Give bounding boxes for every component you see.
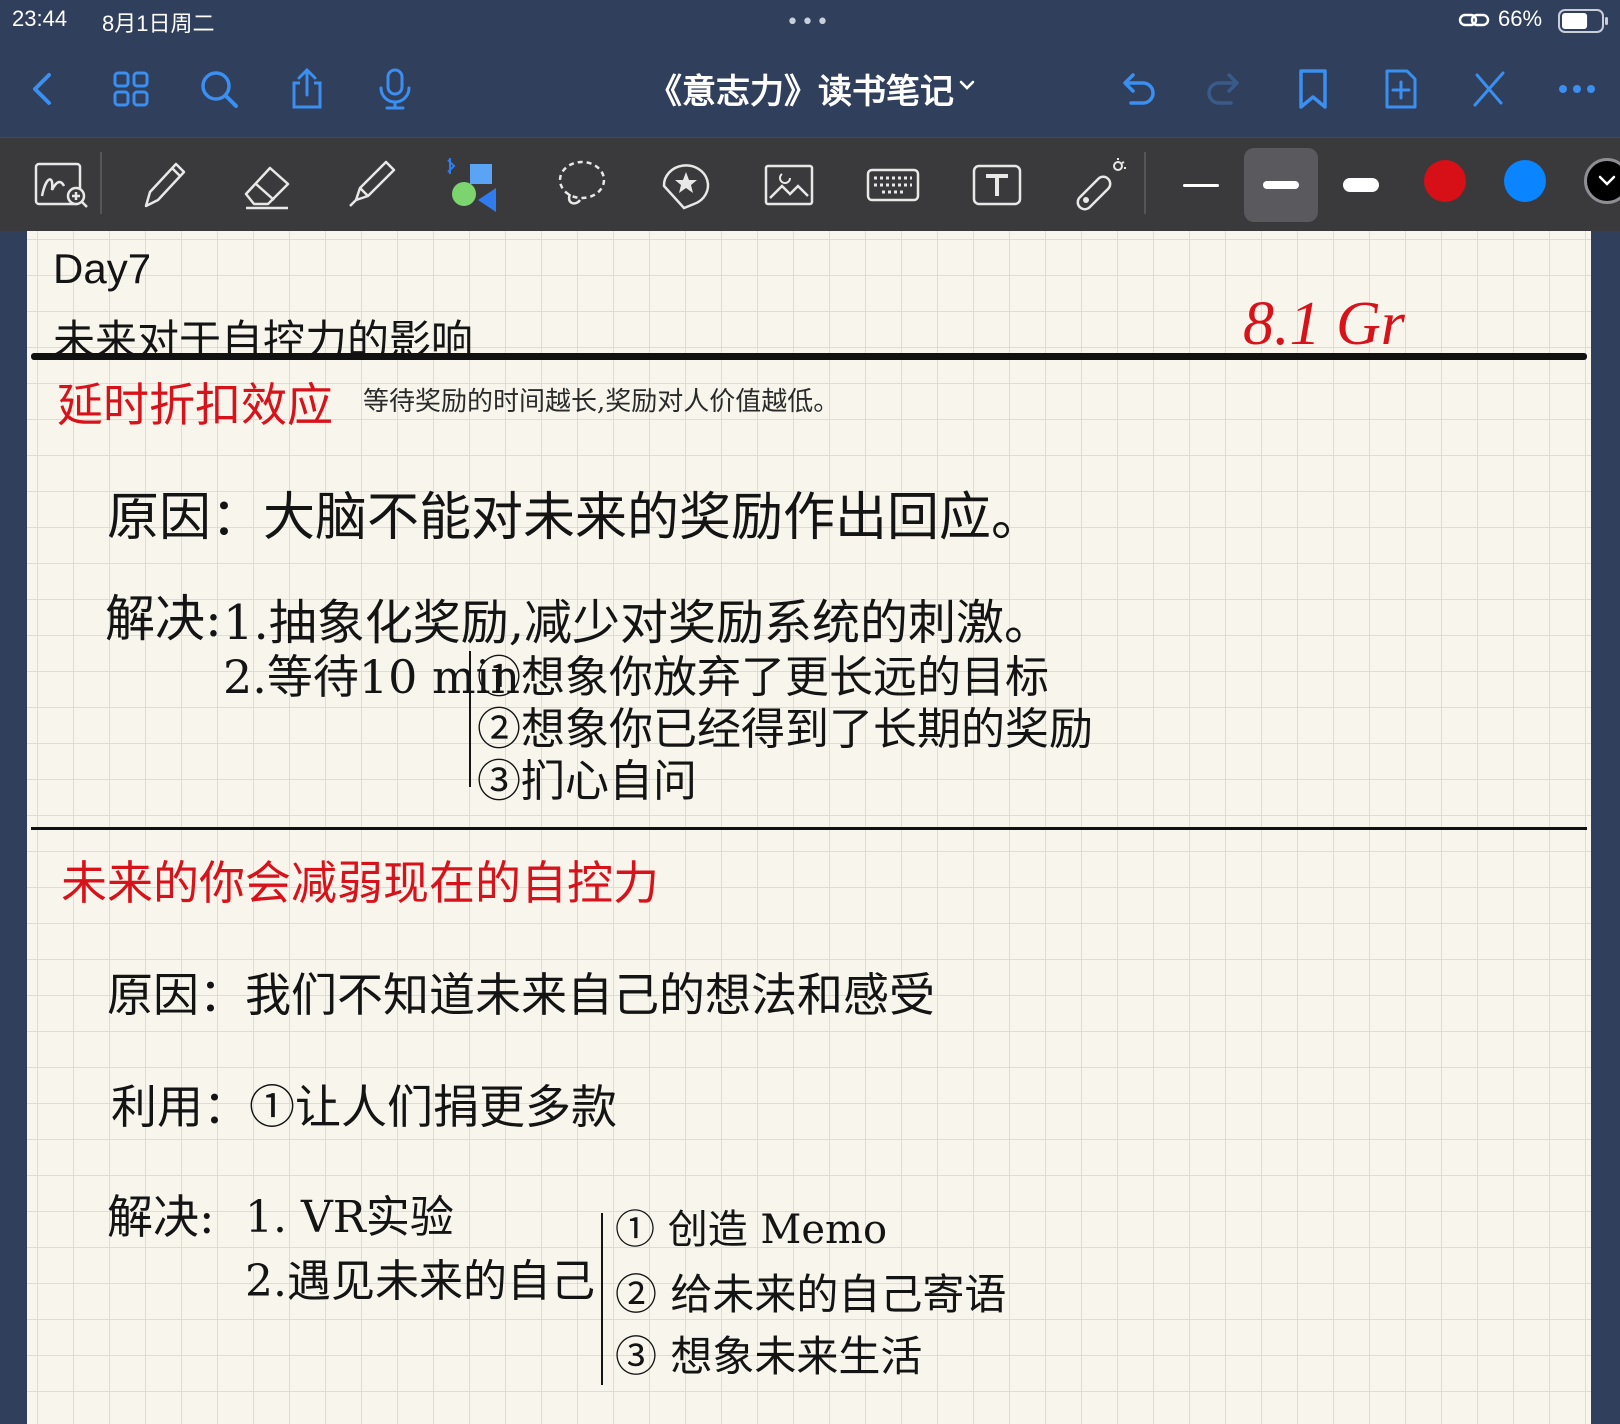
share-button[interactable] (280, 62, 334, 116)
section-divider (31, 827, 1587, 830)
eraser-icon (244, 166, 290, 210)
section1-brace (469, 651, 471, 787)
page-margin (1591, 231, 1620, 1424)
document-title[interactable]: 《意志力》读书笔记 (648, 64, 954, 113)
chevron-down-icon (1598, 175, 1616, 186)
undo-button[interactable] (1110, 62, 1164, 116)
section2-sub1: ① 创造 Memo (615, 1207, 888, 1253)
more-icon (1559, 85, 1595, 93)
stroke-thin-button[interactable] (1164, 148, 1238, 222)
share-icon (292, 67, 322, 109)
grid-icon (113, 71, 149, 107)
keyboard-icon (866, 168, 920, 202)
section1-solution2: 2.等待10 min (223, 650, 521, 704)
highlighter-icon (349, 160, 396, 207)
link-icon (1458, 13, 1490, 27)
section2-solution2: 2.遇见未来的自己 (245, 1256, 595, 1307)
color-red-swatch[interactable] (1424, 160, 1466, 202)
toolbar-separator (100, 152, 102, 214)
laser-pointer-icon (1076, 158, 1126, 211)
multitasking-dots-icon[interactable]: ••• (786, 10, 831, 35)
thumbnails-button[interactable] (104, 62, 158, 116)
toolbar-separator (1144, 152, 1146, 214)
chevron-down-icon[interactable] (956, 74, 978, 96)
highlighter-tool[interactable] (336, 150, 406, 220)
drawing-toolbar (0, 137, 1620, 231)
color-blue-swatch[interactable] (1504, 160, 1546, 202)
search-icon (201, 71, 238, 108)
section2-solution-label: 解决: (107, 1190, 215, 1244)
section2-use: 利用：①让人们捐更多款 (111, 1080, 617, 1134)
section1-reason: 原因：大脑不能对未来的奖励作出回应。 (107, 488, 1044, 548)
lasso-tool[interactable] (546, 150, 616, 220)
section2-sub3: ③ 想象未来生活 (615, 1332, 923, 1381)
status-date: 8月1日周二 (102, 11, 215, 36)
shapes-icon (447, 158, 496, 212)
more-button[interactable] (1550, 62, 1604, 116)
color-black-swatch[interactable] (1584, 158, 1620, 204)
thin-stroke-icon (1183, 184, 1219, 187)
section2-brace (601, 1213, 603, 1385)
textbox-icon (972, 164, 1022, 206)
microphone-icon (379, 68, 411, 110)
date-mark: 8.1 Gr (1243, 290, 1405, 358)
image-icon (764, 164, 814, 206)
pen-icon (144, 162, 186, 208)
stroke-thick-button[interactable] (1324, 148, 1398, 222)
section2-solution1: 1. VR实验 (245, 1192, 454, 1243)
medium-stroke-icon (1263, 181, 1299, 189)
thick-stroke-icon (1343, 178, 1379, 192)
sticker-tool[interactable] (650, 150, 720, 220)
search-button[interactable] (192, 62, 246, 116)
undo-icon (1123, 73, 1155, 105)
lasso-icon (558, 160, 606, 205)
title-divider (31, 353, 1587, 360)
record-button[interactable] (368, 62, 422, 116)
day-label: Day7 (53, 245, 152, 292)
close-toolbar-icon (1473, 71, 1505, 107)
lasso-zoom-tool[interactable] (26, 150, 96, 220)
back-icon (33, 73, 51, 105)
section1-solution-label: 解决: (105, 590, 222, 648)
section1-sub3: ③扪心自问 (477, 756, 697, 807)
keyboard-tool[interactable] (858, 150, 928, 220)
bookmark-button[interactable] (1286, 62, 1340, 116)
section1-heading: 延时折扣效应 (57, 378, 333, 432)
back-button[interactable] (16, 62, 70, 116)
sticker-icon (662, 164, 710, 210)
status-time: 23:44 (12, 6, 68, 31)
redo-button[interactable] (1198, 62, 1252, 116)
stroke-medium-button[interactable] (1244, 148, 1318, 222)
shapes-tool[interactable] (438, 150, 508, 220)
battery-percent: 66% (1498, 6, 1543, 31)
bookmark-icon (1299, 69, 1327, 109)
laser-pointer-tool[interactable] (1064, 150, 1134, 220)
section1-definition: 等待奖励的时间越长,奖励对人价值越低。 (363, 387, 840, 417)
lasso-zoom-icon (34, 162, 88, 208)
image-tool[interactable] (754, 150, 824, 220)
pen-tool[interactable] (128, 150, 198, 220)
eraser-tool[interactable] (232, 150, 302, 220)
top-bar: 23:44 8月1日周二 ••• 66% 《意志力》读书笔记 (0, 0, 1620, 137)
add-page-button[interactable] (1374, 62, 1428, 116)
note-page[interactable]: Day7 未来对于自控力的影响 8.1 Gr 延时折扣效应 等待奖励的时间越长,… (27, 231, 1591, 1424)
toolbar-toggle-button[interactable] (1462, 62, 1516, 116)
battery-icon (1558, 9, 1608, 33)
section2-reason: 原因：我们不知道未来自己的想法和感受 (107, 968, 935, 1022)
section2-sub2: ② 给未来的自己寄语 (615, 1270, 1007, 1319)
section2-heading: 未来的你会减弱现在的自控力 (61, 856, 659, 910)
textbox-tool[interactable] (962, 150, 1032, 220)
redo-icon (1207, 73, 1239, 105)
add-page-icon (1385, 69, 1417, 109)
